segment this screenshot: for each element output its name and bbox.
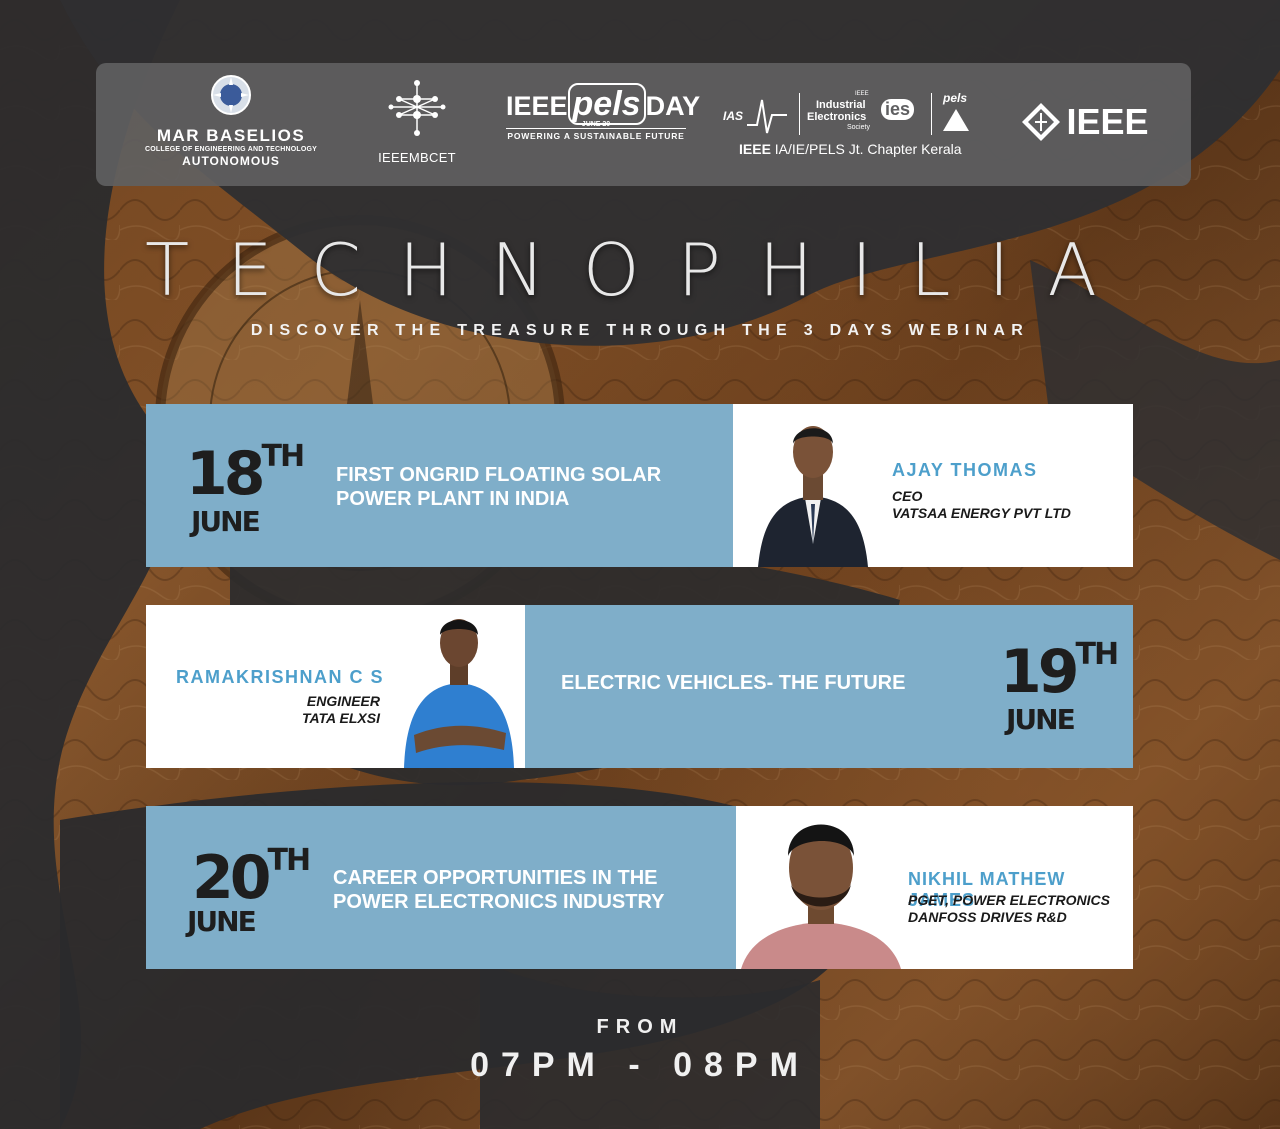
pels-day-day: DAY <box>645 91 701 121</box>
session-2-month: JUNE <box>1006 703 1076 736</box>
session-card-2: RAMAKRISHNAN C S ENGINEER TATA ELXSI ELE… <box>146 605 1133 768</box>
from-label: FROM <box>596 1016 684 1038</box>
college-name: MAR BASELIOS <box>156 126 306 145</box>
ias-wave-icon <box>747 99 787 134</box>
session-1-day-suffix: TH <box>261 439 306 474</box>
session-card-3: 20TH JUNE CAREER OPPORTUNITIES IN THE PO… <box>146 806 1133 969</box>
chapter-name: IA/IE/PELS Jt. Chapter Kerala <box>774 141 962 157</box>
session-3-day-suffix: TH <box>267 843 312 878</box>
session-1-day: 18 <box>186 439 265 509</box>
session-3-topic-line2: POWER ELECTRONICS INDUSTRY <box>333 891 665 913</box>
session-2-topic: ELECTRIC VEHICLES- THE FUTURE <box>561 672 906 694</box>
chapter-ieee: IEEE <box>739 141 771 157</box>
ieee-logo: IEEE <box>1020 101 1170 143</box>
speaker-photo-nikhil-mathew-james <box>736 806 906 969</box>
session-1-speaker-role: CEO VATSAA ENERGY PVT LTD <box>892 488 1071 522</box>
session-3-role-line1: PGET, POWER ELECTRONICS <box>908 892 1110 908</box>
session-3-topic-line1: CAREER OPPORTUNITIES IN THE <box>333 867 658 889</box>
college-emblem-icon <box>211 75 251 115</box>
session-2-topic-panel: ELECTRIC VEHICLES- THE FUTURE 19TH JUNE <box>525 605 1133 768</box>
sponsor-logo-bar: MAR BASELIOS COLLEGE OF ENGINEERING AND … <box>96 63 1191 186</box>
session-1-month: JUNE <box>191 505 261 538</box>
college-subname: COLLEGE OF ENGINEERING AND TECHNOLOGY <box>144 146 318 153</box>
ieeembcet-label: IEEEMBCET <box>378 150 456 165</box>
session-1-role-line2: VATSAA ENERGY PVT LTD <box>892 505 1071 521</box>
session-2-speaker-panel: RAMAKRISHNAN C S ENGINEER TATA ELXSI <box>146 605 525 768</box>
session-3-speaker-panel: NIKHIL MATHEW JAMES PGET, POWER ELECTRON… <box>736 806 1133 969</box>
session-card-1: 18TH JUNE FIRST ONGRID FLOATING SOLAR PO… <box>146 404 1133 567</box>
pels-day-logo: IEEE pels DAY JUNE 20 POWERING A SUSTAINAB… <box>506 83 700 141</box>
event-title: TECHNOPHILIA <box>145 228 1135 312</box>
session-2-day: 19 <box>1000 637 1079 707</box>
session-1-role-line1: CEO <box>892 488 923 504</box>
ie-line1: Industrial <box>816 99 866 111</box>
ias-logo: IAS <box>723 109 744 123</box>
session-1-topic: FIRST ONGRID FLOATING SOLAR POWER PLANT … <box>336 463 661 511</box>
session-1-speaker-panel: AJAY THOMAS CEO VATSAA ENERGY PVT LTD <box>733 404 1133 567</box>
session-1-date: 18TH <box>186 442 305 505</box>
session-3-day: 20 <box>192 843 271 913</box>
session-1-topic-line2: POWER PLANT IN INDIA <box>336 488 570 510</box>
session-3-role-line2: DANFOSS DRIVES R&D <box>908 909 1067 925</box>
session-2-date: 19TH <box>1000 640 1119 703</box>
session-2-day-suffix: TH <box>1075 637 1120 672</box>
pels-triangle-icon <box>943 109 969 131</box>
speaker-photo-ajay-thomas <box>743 404 883 567</box>
session-3-month: JUNE <box>187 905 257 938</box>
pels-day-ieee: IEEE <box>506 91 568 121</box>
ieee-label: IEEE <box>1066 101 1149 142</box>
pels-day-tagline: POWERING A SUSTAINABLE FUTURE <box>506 128 686 141</box>
session-2-speaker-name: RAMAKRISHNAN C S <box>176 667 384 687</box>
pels-logo: pels <box>943 91 968 105</box>
session-3-topic-panel: 20TH JUNE CAREER OPPORTUNITIES IN THE PO… <box>146 806 736 969</box>
chapter-logos: IAS IEEE Industrial Electronics Society … <box>721 91 986 157</box>
session-1-speaker-name: AJAY THOMAS <box>892 460 1038 480</box>
ie-line3: Society <box>847 124 870 131</box>
ie-small: IEEE <box>855 91 869 97</box>
session-1-topic-panel: 18TH JUNE FIRST ONGRID FLOATING SOLAR PO… <box>146 404 733 567</box>
session-1-topic-line1: FIRST ONGRID FLOATING SOLAR <box>336 464 662 486</box>
network-icon <box>388 80 446 136</box>
ie-line2: Electronics <box>807 111 867 123</box>
session-3-date: 20TH <box>192 846 311 909</box>
event-subtitle: DISCOVER THE TREASURE THROUGH THE 3 DAYS… <box>250 322 1030 339</box>
ies-logo: ies <box>881 99 915 120</box>
pels-day-pels: pels <box>567 83 646 125</box>
session-3-speaker-role: PGET, POWER ELECTRONICS DANFOSS DRIVES R… <box>908 892 1110 926</box>
mar-baselios-logo: MAR BASELIOS COLLEGE OF ENGINEERING AND … <box>136 73 326 168</box>
session-2-role-line1: ENGINEER <box>306 693 380 709</box>
time-range: 07PM - 08PM <box>470 1046 810 1084</box>
ieee-diamond-icon <box>1022 103 1060 141</box>
pels-day-date: JUNE 20 <box>581 121 611 128</box>
session-2-speaker-role: ENGINEER TATA ELXSI <box>302 693 380 727</box>
college-autonomous: AUTONOMOUS <box>182 154 280 168</box>
speaker-photo-ramakrishnan <box>404 619 514 768</box>
session-2-role-line2: TATA ELXSI <box>301 710 380 726</box>
ieeembcet-logo: IEEEMBCET <box>372 77 462 165</box>
session-3-topic: CAREER OPPORTUNITIES IN THE POWER ELECTR… <box>333 866 665 914</box>
